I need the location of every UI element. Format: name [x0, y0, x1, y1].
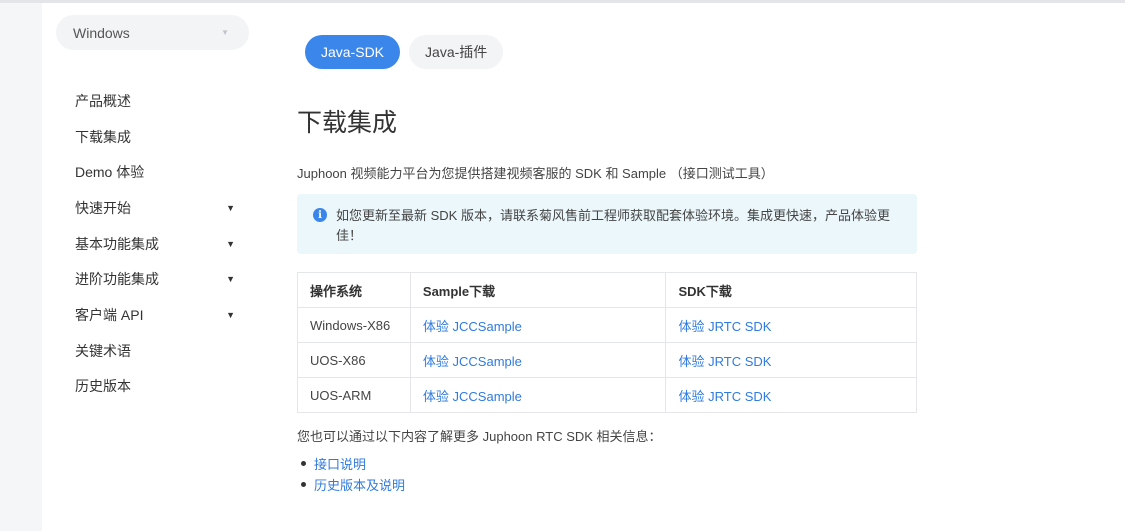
sdk-cell: 体验 JRTC SDK [665, 307, 917, 343]
os-cell: Windows-X86 [297, 307, 411, 343]
sidebar-item-label: 产品概述 [75, 92, 131, 109]
sdk-cell: 体验 JRTC SDK [665, 342, 917, 378]
info-notice: i 如您更新至最新 SDK 版本，请联系菊风售前工程师获取配套体验环境。集成更快… [297, 194, 917, 254]
sdk-download-link[interactable]: 体验 JRTC SDK [678, 319, 771, 334]
sidebar: Windows ▼ 产品概述 下载集成 Demo 体验 快速开始 ▼ 基本功能集… [42, 3, 263, 531]
list-item: 历史版本及说明 [301, 474, 405, 495]
os-select-value: Windows [73, 24, 130, 41]
sample-cell: 体验 JCCSample [409, 377, 667, 413]
sidebar-item-download-integration[interactable]: 下载集成 [75, 119, 235, 155]
sample-cell: 体验 JCCSample [409, 307, 667, 343]
table-row: Windows-X86 体验 JCCSample 体验 JRTC SDK [297, 307, 917, 343]
table-row: UOS-ARM 体验 JCCSample 体验 JRTC SDK [297, 377, 917, 413]
sidebar-item-quick-start[interactable]: 快速开始 ▼ [75, 190, 235, 226]
sidebar-item-history[interactable]: 历史版本 [75, 369, 235, 405]
chevron-down-icon: ▼ [221, 28, 229, 37]
tab-java-sdk[interactable]: Java-SDK [305, 35, 401, 69]
sample-download-link[interactable]: 体验 JCCSample [423, 354, 522, 369]
notice-text: 如您更新至最新 SDK 版本，请联系菊风售前工程师获取配套体验环境。集成更快速，… [336, 208, 890, 243]
os-cell: UOS-X86 [297, 342, 411, 378]
sidebar-item-demo[interactable]: Demo 体验 [75, 154, 235, 190]
sidebar-item-label: 基本功能集成 [75, 235, 159, 252]
download-table: 操作系统 Sample下载 SDK下载 Windows-X86 体验 JCCSa… [297, 272, 917, 413]
sample-download-link[interactable]: 体验 JCCSample [423, 389, 522, 404]
column-header-os: 操作系统 [297, 272, 411, 308]
sample-download-link[interactable]: 体验 JCCSample [423, 319, 522, 334]
sidebar-item-label: 关键术语 [75, 342, 131, 359]
sidebar-nav: 产品概述 下载集成 Demo 体验 快速开始 ▼ 基本功能集成 ▼ 进阶功能集成… [75, 83, 235, 404]
bullet-icon [301, 461, 306, 466]
page-description: Juphoon 视频能力平台为您提供搭建视频客服的 SDK 和 Sample （… [297, 166, 774, 181]
info-links-list: 接口说明 历史版本及说明 [301, 453, 405, 495]
api-docs-link[interactable]: 接口说明 [314, 454, 366, 473]
bullet-icon [301, 482, 306, 487]
sidebar-item-basic-features[interactable]: 基本功能集成 ▼ [75, 226, 235, 262]
chevron-down-icon: ▼ [226, 202, 235, 213]
info-icon: i [313, 208, 327, 222]
sdk-tabs: Java-SDK Java-插件 [305, 35, 504, 69]
main-content: Java-SDK Java-插件 下载集成 Juphoon 视频能力平台为您提供… [263, 3, 1125, 531]
chevron-down-icon: ▼ [226, 238, 235, 249]
chevron-down-icon: ▼ [226, 274, 235, 285]
page-title: 下载集成 [297, 109, 398, 137]
version-history-link[interactable]: 历史版本及说明 [314, 475, 405, 494]
tab-java-plugin[interactable]: Java-插件 [409, 35, 504, 69]
sidebar-item-client-api[interactable]: 客户端 API ▼ [75, 297, 235, 333]
os-cell: UOS-ARM [297, 377, 411, 413]
sidebar-item-label: Demo 体验 [75, 164, 145, 181]
sidebar-item-glossary[interactable]: 关键术语 [75, 333, 235, 369]
list-item: 接口说明 [301, 453, 405, 474]
chevron-down-icon: ▼ [226, 309, 235, 320]
column-header-sdk: SDK下载 [665, 272, 917, 308]
more-info-text: 您也可以通过以下内容了解更多 Juphoon RTC SDK 相关信息： [297, 429, 662, 444]
sidebar-item-product-overview[interactable]: 产品概述 [75, 83, 235, 119]
sidebar-item-label: 历史版本 [75, 378, 131, 395]
sidebar-item-advanced-features[interactable]: 进阶功能集成 ▼ [75, 261, 235, 297]
sidebar-item-label: 进阶功能集成 [75, 271, 159, 288]
sdk-download-link[interactable]: 体验 JRTC SDK [678, 389, 771, 404]
column-header-sample: Sample下载 [409, 272, 667, 308]
sample-cell: 体验 JCCSample [409, 342, 667, 378]
sdk-cell: 体验 JRTC SDK [665, 377, 917, 413]
table-header-row: 操作系统 Sample下载 SDK下载 [297, 272, 917, 308]
table-row: UOS-X86 体验 JCCSample 体验 JRTC SDK [297, 342, 917, 378]
os-select-dropdown[interactable]: Windows ▼ [56, 15, 249, 50]
sidebar-item-label: 下载集成 [75, 128, 131, 145]
sidebar-item-label: 快速开始 [75, 199, 131, 216]
sidebar-item-label: 客户端 API [75, 306, 144, 323]
sdk-download-link[interactable]: 体验 JRTC SDK [678, 354, 771, 369]
